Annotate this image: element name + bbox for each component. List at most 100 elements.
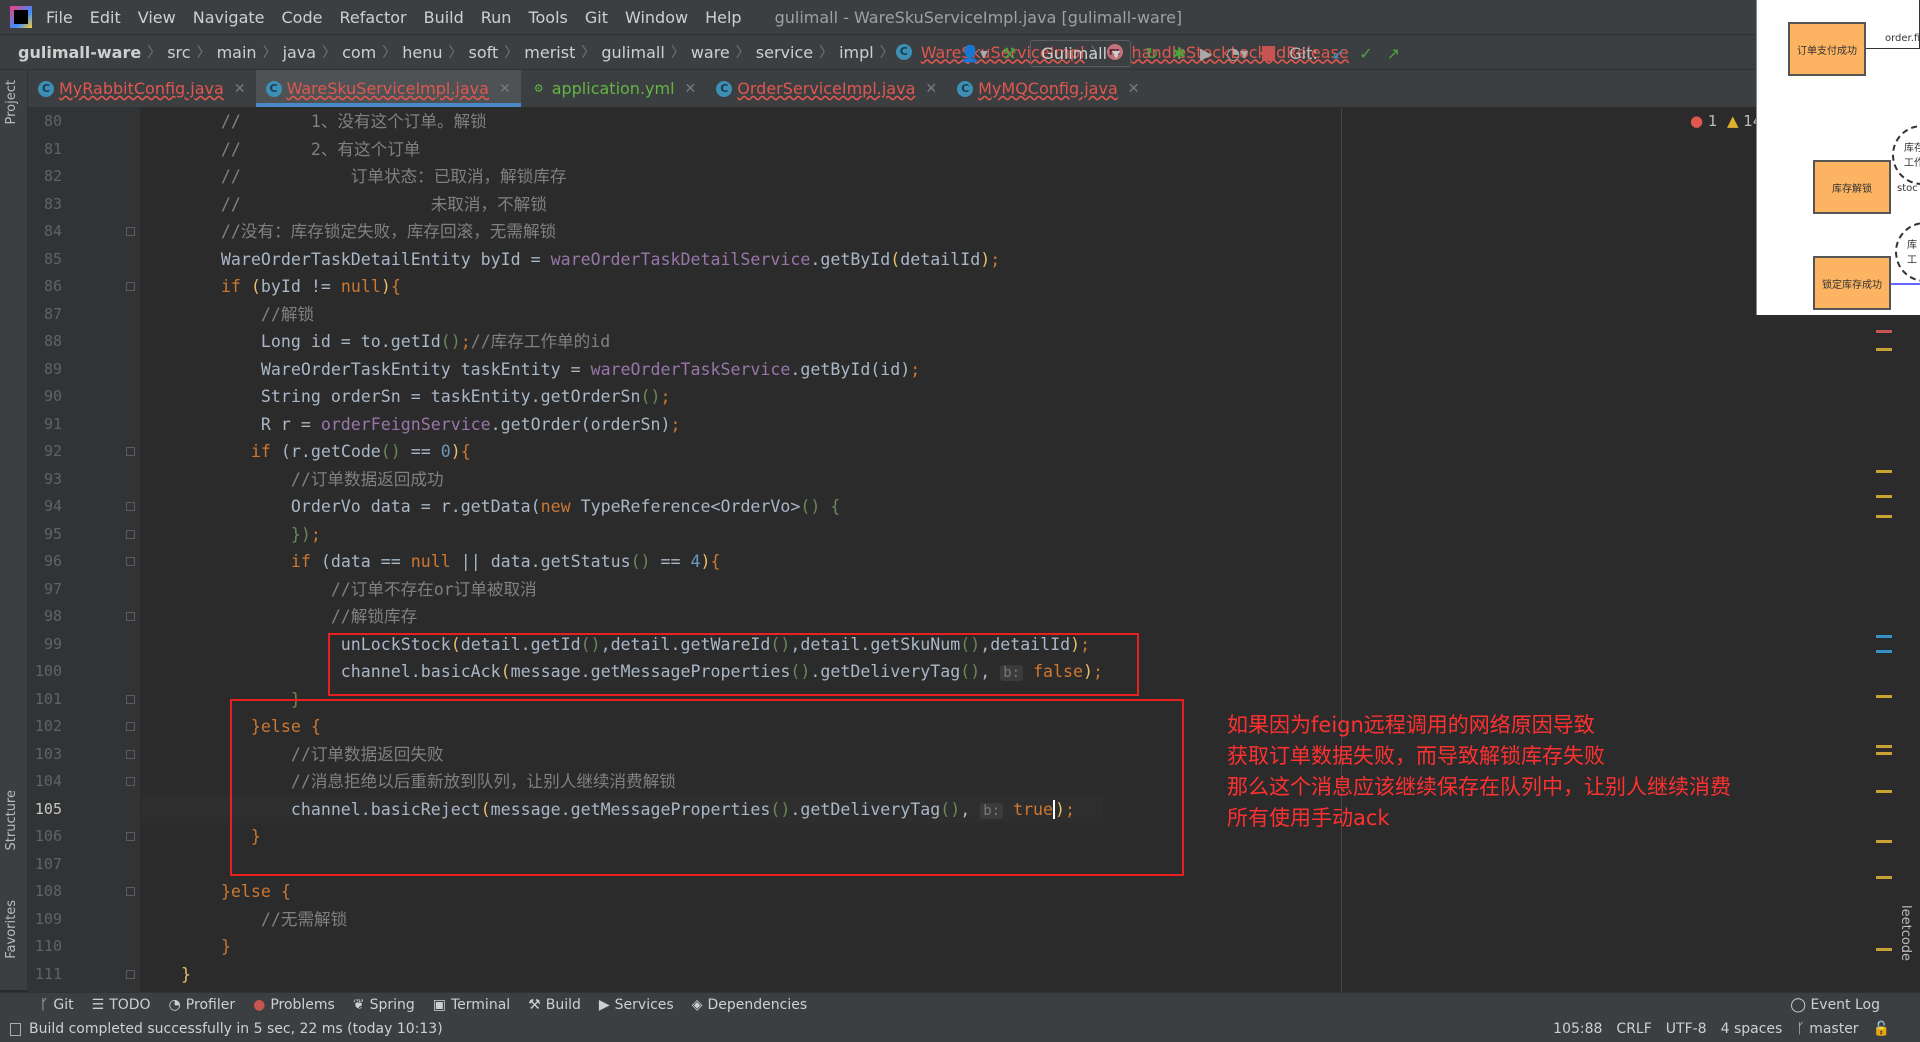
build-hammer-icon[interactable]: ⚒ (1002, 44, 1016, 63)
run-config-selector[interactable]: Gulimall ▾ (1030, 39, 1132, 67)
tab-myrabbitconfig-java[interactable]: C MyRabbitConfig.java ✕ (28, 70, 256, 107)
git-commit-icon[interactable]: ✓ (1359, 44, 1372, 63)
code-line[interactable]: }else { (141, 878, 1103, 906)
breadcrumb-item[interactable]: service (752, 43, 817, 62)
breadcrumb-item[interactable]: gulimall (597, 43, 668, 62)
tab-application-yml[interactable]: ⚙ application.yml ✕ (521, 70, 707, 107)
favorites-tool-tab[interactable]: Favorites (4, 900, 19, 959)
line-separator[interactable]: CRLF (1616, 1021, 1651, 1037)
fold-marker-icon[interactable] (126, 887, 135, 896)
menu-code[interactable]: Code (282, 8, 323, 27)
event-log-button[interactable]: ◯ Event Log (1790, 997, 1880, 1013)
breadcrumb-item[interactable]: src (163, 43, 194, 62)
tool-dependencies[interactable]: ◈ Dependencies (692, 997, 807, 1013)
code-line[interactable]: //无需解锁 (141, 906, 1103, 934)
coverage-icon[interactable]: ▶ (1200, 44, 1212, 63)
debug-icon[interactable]: ✱ (1173, 44, 1186, 63)
code-line[interactable]: Long id = to.getId();//库存工作单的id (141, 328, 1103, 356)
code-line[interactable]: }); (141, 521, 1103, 549)
fold-marker-icon[interactable] (126, 502, 135, 511)
structure-tool-tab[interactable]: Structure (4, 790, 19, 850)
leetcode-tool-tab[interactable]: leetcode (1898, 905, 1913, 961)
code-line[interactable]: WareOrderTaskDetailEntity byId = wareOrd… (141, 246, 1103, 274)
code-line[interactable]: if (r.getCode() == 0){ (141, 438, 1103, 466)
code-line[interactable]: // 2、有这个订单 (141, 136, 1103, 164)
stop-icon[interactable] (1262, 45, 1276, 61)
menu-edit[interactable]: Edit (90, 8, 121, 27)
lock-icon[interactable]: 🔓 (1873, 1021, 1890, 1037)
fold-marker-icon[interactable] (126, 529, 135, 539)
fold-marker-icon[interactable] (126, 282, 135, 291)
fold-marker-icon[interactable] (126, 447, 135, 456)
close-tab-icon[interactable]: ✕ (925, 81, 937, 97)
code-line[interactable]: //订单不存在or订单被取消 (141, 576, 1103, 604)
fold-marker-icon[interactable] (126, 969, 135, 979)
fold-marker-icon[interactable] (126, 777, 135, 786)
menu-run[interactable]: Run (481, 8, 512, 27)
status-message[interactable]: Build completed successfully in 5 sec, 2… (29, 1021, 443, 1037)
breadcrumb-item[interactable]: impl (835, 43, 878, 62)
code-line[interactable]: WareOrderTaskEntity taskEntity = wareOrd… (141, 356, 1103, 384)
close-tab-icon[interactable]: ✕ (499, 81, 511, 97)
code-line[interactable]: } (141, 933, 1103, 961)
code-line[interactable]: } (141, 961, 1103, 989)
menu-window[interactable]: Window (625, 8, 688, 27)
tool-problems[interactable]: ● Problems (253, 997, 335, 1013)
menu-file[interactable]: File (46, 8, 73, 27)
tab-wareskuserviceimpl-java[interactable]: C WareSkuServiceImpl.java ✕ (255, 70, 521, 107)
code-line[interactable]: //订单数据返回成功 (141, 466, 1103, 494)
breadcrumb-item[interactable]: ware (687, 43, 734, 62)
menu-refactor[interactable]: Refactor (339, 8, 406, 27)
breadcrumb-item[interactable]: com (338, 43, 380, 62)
code-line[interactable]: // 订单状态：已取消，解锁库存 (141, 163, 1103, 191)
code-line[interactable]: // 1、没有这个订单。解锁 (141, 108, 1103, 136)
caret-position[interactable]: 105:88 (1553, 1021, 1602, 1037)
tool-services[interactable]: ▶ Services (599, 997, 674, 1013)
code-line[interactable]: if (byId != null){ (141, 273, 1103, 301)
breadcrumb-item[interactable]: main (213, 43, 261, 62)
code-line[interactable]: if (data == null || data.getStatus() == … (141, 548, 1103, 576)
close-tab-icon[interactable]: ✕ (685, 81, 697, 97)
indent-setting[interactable]: 4 spaces (1721, 1021, 1783, 1037)
tool-profiler[interactable]: ◔ Profiler (169, 997, 236, 1013)
code-line[interactable]: R r = orderFeignService.getOrder(orderSn… (141, 411, 1103, 439)
user-icon[interactable]: 👤▾ (960, 44, 988, 63)
rerun-icon[interactable]: ↻ (1145, 44, 1158, 63)
project-tool-tab[interactable]: Project (4, 80, 19, 124)
git-update-icon[interactable]: ↙ (1332, 44, 1345, 63)
tool-todo[interactable]: ☰ TODO (92, 997, 151, 1013)
code-line[interactable]: OrderVo data = r.getData(new TypeReferen… (141, 493, 1103, 521)
tool-build[interactable]: ⚒ Build (528, 997, 581, 1013)
fold-marker-icon[interactable] (126, 722, 135, 731)
breadcrumb-item[interactable]: gulimall-ware (0, 43, 145, 62)
close-tab-icon[interactable]: ✕ (1128, 81, 1140, 97)
scrollbar-markers[interactable] (1876, 320, 1892, 990)
git-branch[interactable]: ᚴ master (1796, 1021, 1858, 1037)
breadcrumb-item[interactable]: merist (520, 43, 579, 62)
inspection-widget[interactable]: ● 1 ▲ 14 (1690, 112, 1762, 130)
tool-git[interactable]: ᚴ Git (40, 997, 74, 1013)
code-line[interactable]: //没有：库存锁定失败，库存回滚，无需解锁 (141, 218, 1103, 246)
file-encoding[interactable]: UTF-8 (1666, 1021, 1707, 1037)
fold-marker-icon[interactable] (126, 227, 135, 236)
menu-view[interactable]: View (138, 8, 176, 27)
tool-terminal[interactable]: ▣ Terminal (433, 997, 510, 1013)
tab-mymqconfig-java[interactable]: C MyMQConfig.java ✕ (947, 70, 1149, 107)
tab-orderserviceimpl-java[interactable]: C OrderServiceImpl.java ✕ (706, 70, 947, 107)
fold-marker-icon[interactable] (126, 557, 135, 566)
code-line[interactable]: String orderSn = taskEntity.getOrderSn()… (141, 383, 1103, 411)
menu-build[interactable]: Build (424, 8, 464, 27)
code-line[interactable]: //解锁 (141, 301, 1103, 329)
menu-git[interactable]: Git (585, 8, 608, 27)
fold-marker-icon[interactable] (126, 694, 135, 704)
code-line[interactable]: //解锁库存 (141, 603, 1103, 631)
breadcrumb-item[interactable]: soft (465, 43, 503, 62)
menu-help[interactable]: Help (705, 8, 741, 27)
breadcrumb-item[interactable]: henu (398, 43, 446, 62)
status-square-icon[interactable] (10, 1022, 21, 1036)
close-tab-icon[interactable]: ✕ (234, 81, 246, 97)
menu-tools[interactable]: Tools (528, 8, 567, 27)
fold-marker-icon[interactable] (126, 749, 135, 759)
breadcrumb-item[interactable]: java (279, 43, 321, 62)
tool-spring[interactable]: ❦ Spring (353, 997, 415, 1013)
